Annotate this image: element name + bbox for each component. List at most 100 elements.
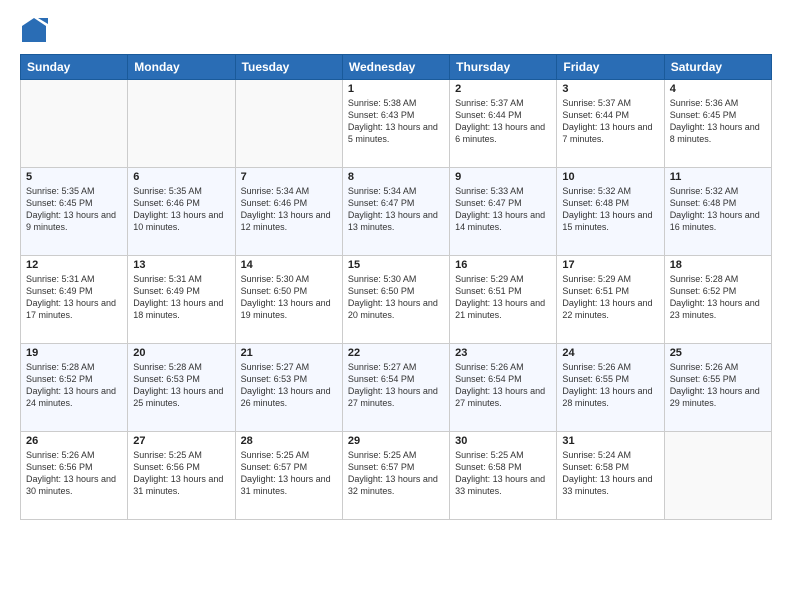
day-number: 6 xyxy=(133,171,229,183)
calendar-day-cell xyxy=(128,80,235,168)
calendar-table: Sunday Monday Tuesday Wednesday Thursday… xyxy=(20,54,772,520)
day-info: Sunrise: 5:28 AMSunset: 6:52 PMDaylight:… xyxy=(670,273,766,322)
calendar-week-row: 1 Sunrise: 5:38 AMSunset: 6:43 PMDayligh… xyxy=(21,80,772,168)
day-info: Sunrise: 5:27 AMSunset: 6:53 PMDaylight:… xyxy=(241,361,337,410)
calendar-day-cell: 5 Sunrise: 5:35 AMSunset: 6:45 PMDayligh… xyxy=(21,168,128,256)
day-info: Sunrise: 5:38 AMSunset: 6:43 PMDaylight:… xyxy=(348,97,444,146)
calendar-wrapper: Sunday Monday Tuesday Wednesday Thursday… xyxy=(0,54,792,520)
calendar-day-cell: 17 Sunrise: 5:29 AMSunset: 6:51 PMDaylig… xyxy=(557,256,664,344)
calendar-day-cell: 25 Sunrise: 5:26 AMSunset: 6:55 PMDaylig… xyxy=(664,344,771,432)
day-number: 19 xyxy=(26,347,122,359)
day-info: Sunrise: 5:25 AMSunset: 6:57 PMDaylight:… xyxy=(348,449,444,498)
page: Sunday Monday Tuesday Wednesday Thursday… xyxy=(0,0,792,612)
day-info: Sunrise: 5:25 AMSunset: 6:58 PMDaylight:… xyxy=(455,449,551,498)
logo-icon xyxy=(18,14,50,46)
day-info: Sunrise: 5:37 AMSunset: 6:44 PMDaylight:… xyxy=(455,97,551,146)
day-info: Sunrise: 5:29 AMSunset: 6:51 PMDaylight:… xyxy=(455,273,551,322)
day-info: Sunrise: 5:30 AMSunset: 6:50 PMDaylight:… xyxy=(348,273,444,322)
day-info: Sunrise: 5:26 AMSunset: 6:55 PMDaylight:… xyxy=(670,361,766,410)
header-tuesday: Tuesday xyxy=(235,55,342,80)
calendar-week-row: 19 Sunrise: 5:28 AMSunset: 6:52 PMDaylig… xyxy=(21,344,772,432)
day-number: 15 xyxy=(348,259,444,271)
calendar-day-cell: 2 Sunrise: 5:37 AMSunset: 6:44 PMDayligh… xyxy=(450,80,557,168)
calendar-week-row: 12 Sunrise: 5:31 AMSunset: 6:49 PMDaylig… xyxy=(21,256,772,344)
day-info: Sunrise: 5:24 AMSunset: 6:58 PMDaylight:… xyxy=(562,449,658,498)
calendar-day-cell: 19 Sunrise: 5:28 AMSunset: 6:52 PMDaylig… xyxy=(21,344,128,432)
day-info: Sunrise: 5:28 AMSunset: 6:53 PMDaylight:… xyxy=(133,361,229,410)
day-number: 30 xyxy=(455,435,551,447)
calendar-day-cell: 29 Sunrise: 5:25 AMSunset: 6:57 PMDaylig… xyxy=(342,432,449,520)
header-sunday: Sunday xyxy=(21,55,128,80)
calendar-day-cell: 30 Sunrise: 5:25 AMSunset: 6:58 PMDaylig… xyxy=(450,432,557,520)
day-info: Sunrise: 5:33 AMSunset: 6:47 PMDaylight:… xyxy=(455,185,551,234)
day-info: Sunrise: 5:32 AMSunset: 6:48 PMDaylight:… xyxy=(670,185,766,234)
header xyxy=(0,0,792,54)
calendar-day-cell: 31 Sunrise: 5:24 AMSunset: 6:58 PMDaylig… xyxy=(557,432,664,520)
day-number: 7 xyxy=(241,171,337,183)
calendar-day-cell: 23 Sunrise: 5:26 AMSunset: 6:54 PMDaylig… xyxy=(450,344,557,432)
day-number: 14 xyxy=(241,259,337,271)
day-number: 18 xyxy=(670,259,766,271)
header-saturday: Saturday xyxy=(664,55,771,80)
day-number: 28 xyxy=(241,435,337,447)
calendar-day-cell xyxy=(21,80,128,168)
day-number: 9 xyxy=(455,171,551,183)
calendar-day-cell: 10 Sunrise: 5:32 AMSunset: 6:48 PMDaylig… xyxy=(557,168,664,256)
day-number: 24 xyxy=(562,347,658,359)
day-number: 16 xyxy=(455,259,551,271)
calendar-week-row: 26 Sunrise: 5:26 AMSunset: 6:56 PMDaylig… xyxy=(21,432,772,520)
calendar-day-cell: 13 Sunrise: 5:31 AMSunset: 6:49 PMDaylig… xyxy=(128,256,235,344)
day-info: Sunrise: 5:35 AMSunset: 6:45 PMDaylight:… xyxy=(26,185,122,234)
header-friday: Friday xyxy=(557,55,664,80)
day-number: 12 xyxy=(26,259,122,271)
day-info: Sunrise: 5:37 AMSunset: 6:44 PMDaylight:… xyxy=(562,97,658,146)
weekday-header-row: Sunday Monday Tuesday Wednesday Thursday… xyxy=(21,55,772,80)
calendar-day-cell: 3 Sunrise: 5:37 AMSunset: 6:44 PMDayligh… xyxy=(557,80,664,168)
day-number: 29 xyxy=(348,435,444,447)
day-number: 2 xyxy=(455,83,551,95)
day-number: 20 xyxy=(133,347,229,359)
calendar-week-row: 5 Sunrise: 5:35 AMSunset: 6:45 PMDayligh… xyxy=(21,168,772,256)
calendar-day-cell: 18 Sunrise: 5:28 AMSunset: 6:52 PMDaylig… xyxy=(664,256,771,344)
day-info: Sunrise: 5:31 AMSunset: 6:49 PMDaylight:… xyxy=(26,273,122,322)
day-number: 17 xyxy=(562,259,658,271)
logo xyxy=(18,14,54,46)
day-info: Sunrise: 5:36 AMSunset: 6:45 PMDaylight:… xyxy=(670,97,766,146)
calendar-day-cell: 21 Sunrise: 5:27 AMSunset: 6:53 PMDaylig… xyxy=(235,344,342,432)
header-monday: Monday xyxy=(128,55,235,80)
day-info: Sunrise: 5:35 AMSunset: 6:46 PMDaylight:… xyxy=(133,185,229,234)
day-number: 26 xyxy=(26,435,122,447)
calendar-day-cell: 26 Sunrise: 5:26 AMSunset: 6:56 PMDaylig… xyxy=(21,432,128,520)
calendar-day-cell: 1 Sunrise: 5:38 AMSunset: 6:43 PMDayligh… xyxy=(342,80,449,168)
calendar-day-cell: 24 Sunrise: 5:26 AMSunset: 6:55 PMDaylig… xyxy=(557,344,664,432)
calendar-day-cell: 6 Sunrise: 5:35 AMSunset: 6:46 PMDayligh… xyxy=(128,168,235,256)
day-info: Sunrise: 5:29 AMSunset: 6:51 PMDaylight:… xyxy=(562,273,658,322)
day-number: 3 xyxy=(562,83,658,95)
day-number: 5 xyxy=(26,171,122,183)
day-info: Sunrise: 5:26 AMSunset: 6:56 PMDaylight:… xyxy=(26,449,122,498)
calendar-day-cell: 15 Sunrise: 5:30 AMSunset: 6:50 PMDaylig… xyxy=(342,256,449,344)
day-info: Sunrise: 5:25 AMSunset: 6:57 PMDaylight:… xyxy=(241,449,337,498)
calendar-day-cell: 12 Sunrise: 5:31 AMSunset: 6:49 PMDaylig… xyxy=(21,256,128,344)
header-thursday: Thursday xyxy=(450,55,557,80)
day-number: 25 xyxy=(670,347,766,359)
calendar-day-cell: 28 Sunrise: 5:25 AMSunset: 6:57 PMDaylig… xyxy=(235,432,342,520)
calendar-day-cell: 22 Sunrise: 5:27 AMSunset: 6:54 PMDaylig… xyxy=(342,344,449,432)
day-number: 11 xyxy=(670,171,766,183)
day-number: 23 xyxy=(455,347,551,359)
calendar-day-cell: 11 Sunrise: 5:32 AMSunset: 6:48 PMDaylig… xyxy=(664,168,771,256)
calendar-day-cell xyxy=(235,80,342,168)
calendar-day-cell: 9 Sunrise: 5:33 AMSunset: 6:47 PMDayligh… xyxy=(450,168,557,256)
calendar-day-cell xyxy=(664,432,771,520)
day-info: Sunrise: 5:32 AMSunset: 6:48 PMDaylight:… xyxy=(562,185,658,234)
day-number: 21 xyxy=(241,347,337,359)
day-number: 10 xyxy=(562,171,658,183)
day-info: Sunrise: 5:28 AMSunset: 6:52 PMDaylight:… xyxy=(26,361,122,410)
day-info: Sunrise: 5:31 AMSunset: 6:49 PMDaylight:… xyxy=(133,273,229,322)
calendar-day-cell: 20 Sunrise: 5:28 AMSunset: 6:53 PMDaylig… xyxy=(128,344,235,432)
day-info: Sunrise: 5:30 AMSunset: 6:50 PMDaylight:… xyxy=(241,273,337,322)
day-number: 13 xyxy=(133,259,229,271)
day-info: Sunrise: 5:27 AMSunset: 6:54 PMDaylight:… xyxy=(348,361,444,410)
calendar-day-cell: 16 Sunrise: 5:29 AMSunset: 6:51 PMDaylig… xyxy=(450,256,557,344)
calendar-day-cell: 27 Sunrise: 5:25 AMSunset: 6:56 PMDaylig… xyxy=(128,432,235,520)
